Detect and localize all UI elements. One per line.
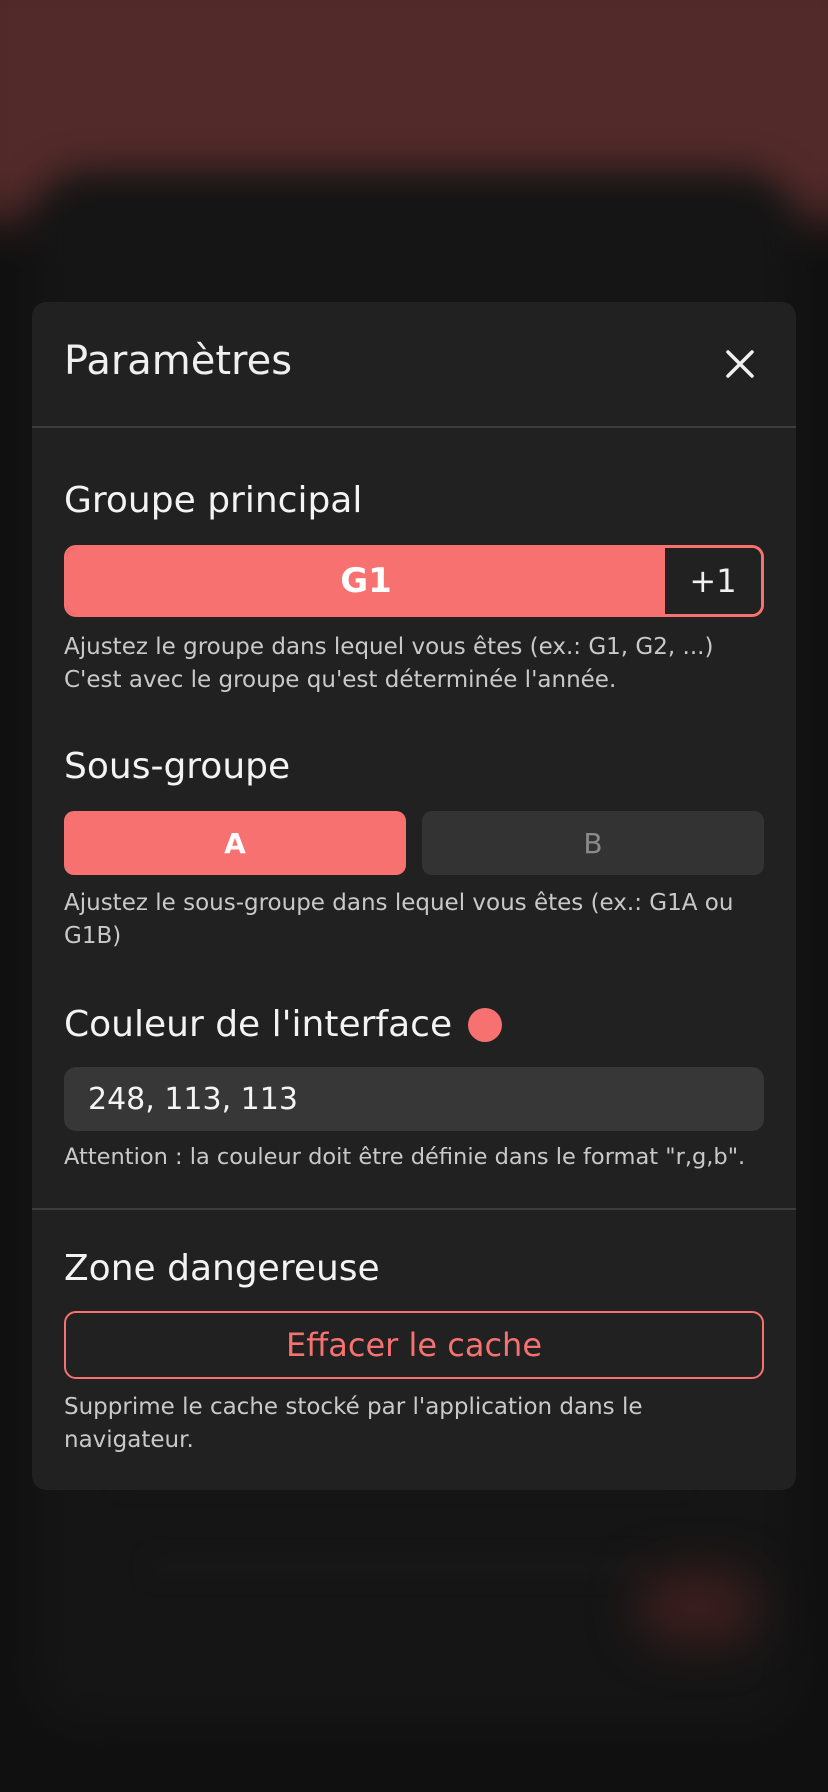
- modal-title: Paramètres: [64, 338, 293, 384]
- main-group-help-line2: C'est avec le groupe qu'est déterminée l…: [64, 667, 617, 693]
- subgroup-section: Sous-groupe A B Ajustez le sous-groupe d…: [32, 746, 796, 953]
- main-group-value[interactable]: G1: [67, 548, 665, 614]
- subgroup-selector: A B: [64, 811, 764, 875]
- modal-header: Paramètres: [32, 302, 796, 428]
- main-group-section: Groupe principal G1 +1 Ajustez le groupe…: [32, 480, 796, 697]
- main-group-increment-button[interactable]: +1: [665, 548, 761, 614]
- interface-color-section: Couleur de l'interface Attention : la co…: [32, 1004, 796, 1174]
- subgroup-option-b[interactable]: B: [422, 811, 764, 875]
- subgroup-option-a[interactable]: A: [64, 811, 406, 875]
- main-group-help: Ajustez le groupe dans lequel vous êtes …: [64, 631, 764, 697]
- main-group-control: G1 +1: [64, 545, 764, 617]
- main-group-title: Groupe principal: [64, 480, 363, 521]
- color-input[interactable]: [64, 1067, 764, 1131]
- color-swatch-icon: [468, 1007, 503, 1042]
- settings-modal: Paramètres Groupe principal G1 +1 Ajuste…: [32, 302, 796, 1490]
- danger-zone-title: Zone dangereuse: [64, 1248, 380, 1289]
- clear-cache-button[interactable]: Effacer le cache: [64, 1311, 764, 1379]
- subgroup-title: Sous-groupe: [64, 746, 291, 787]
- subgroup-help: Ajustez le sous-groupe dans lequel vous …: [64, 890, 734, 949]
- color-title: Couleur de l'interface: [64, 1004, 453, 1045]
- close-icon: [726, 350, 754, 378]
- close-button[interactable]: [716, 340, 764, 388]
- danger-zone-section: Zone dangereuse Effacer le cache Supprim…: [32, 1248, 796, 1457]
- section-divider: [32, 1208, 796, 1210]
- danger-zone-help: Supprime le cache stocké par l'applicati…: [64, 1394, 643, 1453]
- main-group-help-line1: Ajustez le groupe dans lequel vous êtes …: [64, 634, 714, 660]
- color-help: Attention : la couleur doit être définie…: [64, 1144, 746, 1170]
- color-title-row: Couleur de l'interface: [64, 1004, 764, 1045]
